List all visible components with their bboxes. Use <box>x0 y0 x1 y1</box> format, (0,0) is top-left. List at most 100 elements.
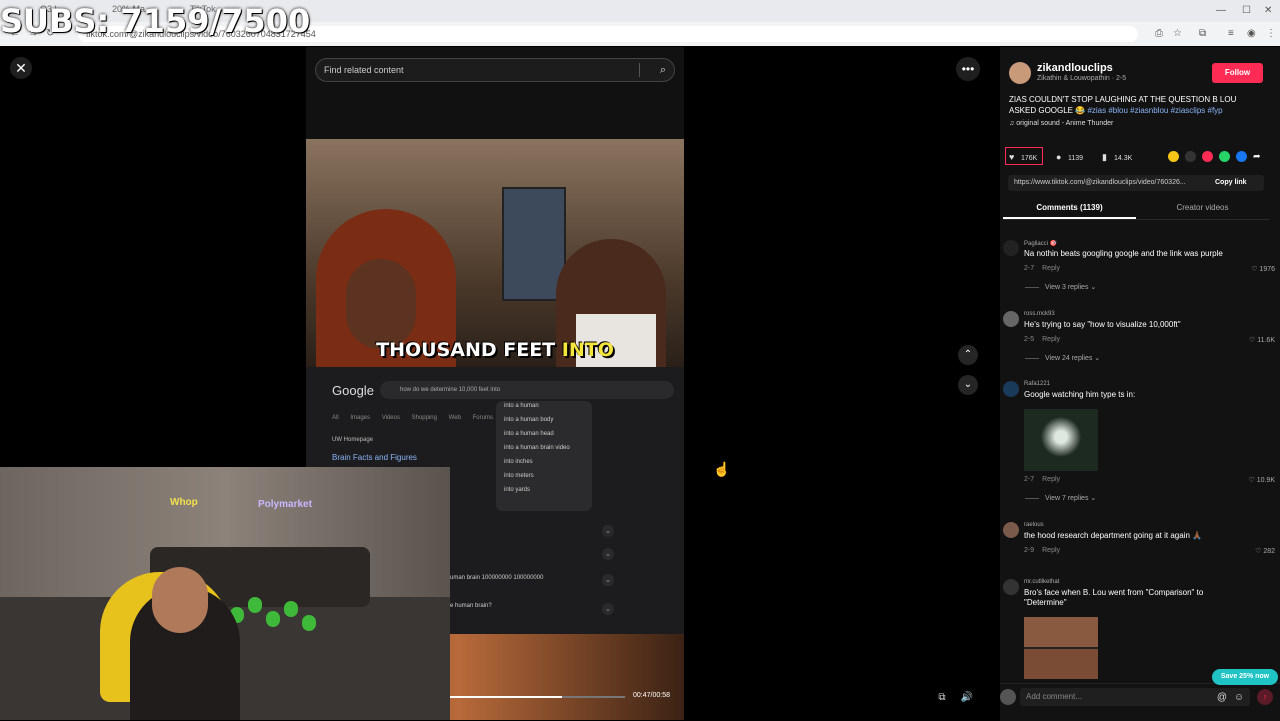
my-avatar <box>1000 689 1016 705</box>
creator-username[interactable]: zikandlouclips <box>1037 62 1113 74</box>
embed-icon[interactable] <box>1185 151 1196 162</box>
whatsapp-icon[interactable] <box>1219 151 1230 162</box>
comment-icon: ● <box>1056 152 1062 162</box>
hashtags[interactable]: #zias #blou #ziasnblou #ziasclips #fyp <box>1087 106 1222 115</box>
comment-text: Na nothin beats googling google and the … <box>1024 249 1223 258</box>
google-tab: Forums <box>472 415 493 421</box>
comment-username[interactable]: Rafa1221 <box>1024 381 1050 387</box>
like-stat[interactable]: ♥ 176K <box>1009 151 1037 163</box>
suggestion-item: into a human body <box>504 417 554 423</box>
maximize-icon[interactable]: ☐ <box>1242 5 1251 16</box>
picture-in-picture-icon: ⧉ <box>938 692 946 703</box>
mouse-cursor-icon: ☝ <box>713 461 731 477</box>
avatar[interactable] <box>1003 381 1019 397</box>
tab-comments[interactable]: Comments (1139) <box>1003 203 1136 212</box>
comment-image[interactable] <box>1024 409 1098 471</box>
reply-button[interactable]: Reply <box>1042 265 1060 272</box>
send-icon[interactable] <box>1202 151 1213 162</box>
next-video-button[interactable]: ⌄ <box>958 375 978 395</box>
install-icon[interactable]: ⎙ <box>1155 28 1163 39</box>
chevron-down-icon: ⌄ <box>602 603 614 615</box>
post-comment-button[interactable]: ↑ <box>1257 689 1273 705</box>
chevron-down-icon: ⌄ <box>963 379 973 390</box>
view-replies-button[interactable]: View 3 replies ⌄ <box>1025 283 1096 291</box>
google-result-site: UW Homepage <box>332 437 374 443</box>
suggestion-item: into meters <box>504 473 534 479</box>
follow-button[interactable]: Follow <box>1212 63 1263 83</box>
view-replies-button[interactable]: View 24 replies ⌄ <box>1025 354 1100 362</box>
profile-icon[interactable]: ◉ <box>1247 28 1256 39</box>
comment-username[interactable]: raelous <box>1024 522 1044 528</box>
comment-like[interactable]: ♡ 11.6K <box>1249 336 1275 344</box>
streamer-head <box>152 567 208 633</box>
comment-like[interactable]: ♡ 282 <box>1255 547 1275 555</box>
google-snippet: e human brain? <box>450 603 492 609</box>
emoji-icon[interactable]: ☺ <box>1230 689 1248 707</box>
minimize-icon[interactable]: — <box>1216 5 1226 16</box>
reply-button[interactable]: Reply <box>1042 336 1060 343</box>
avatar[interactable] <box>1003 579 1019 595</box>
comment-username[interactable]: Pagliacci 🎯 <box>1024 240 1057 247</box>
bookmark-star-icon[interactable]: ☆ <box>1173 28 1182 39</box>
volume-button[interactable]: 🔊 <box>958 689 976 707</box>
subs-counter-overlay: SUBS: 7159/7500 <box>0 2 311 40</box>
comment-text: Bro's face when B. Lou went from "Compar… <box>1024 588 1204 607</box>
chevron-down-icon: ⌄ <box>602 548 614 560</box>
copy-link-button[interactable]: Copy link <box>1215 175 1247 191</box>
google-tab: All <box>332 415 339 421</box>
comment-image[interactable] <box>1024 617 1098 679</box>
chevron-up-icon: ⌃ <box>963 349 973 360</box>
comment-username[interactable]: ross.mck93 <box>1024 311 1055 317</box>
save-stat[interactable]: ▮ 14.3K <box>1102 151 1132 163</box>
search-icon[interactable]: ⌕ <box>660 59 666 81</box>
suggestion-item: into a human <box>504 403 539 409</box>
comment-meta: 2-7 Reply <box>1024 476 1061 483</box>
video-progress-bar[interactable] <box>449 696 625 698</box>
comment-meta: 2-9 Reply <box>1024 547 1061 554</box>
video-time: 00:47/00:58 <box>633 692 670 699</box>
window-close-icon[interactable]: ✕ <box>1264 5 1272 16</box>
comment-like[interactable]: ♡ 1976 <box>1251 265 1275 273</box>
more-options-button[interactable]: ••• <box>956 57 980 81</box>
heart-icon: ♥ <box>1009 152 1015 162</box>
google-tab: Images <box>350 415 371 421</box>
save-count: 14.3K <box>1114 155 1133 162</box>
avatar[interactable] <box>1003 311 1019 327</box>
view-replies-button[interactable]: View 7 replies ⌄ <box>1025 494 1096 502</box>
neon-sign: Whop <box>170 497 198 508</box>
previous-video-button[interactable]: ⌃ <box>958 345 978 365</box>
reply-button[interactable]: Reply <box>1042 547 1060 554</box>
avatar[interactable] <box>1003 240 1019 256</box>
tab-creator-videos[interactable]: Creator videos <box>1136 203 1269 212</box>
menu-icon[interactable]: ⋮ <box>1266 28 1276 39</box>
related-search-input[interactable]: Find related content ⌕ <box>315 58 675 82</box>
media-icon[interactable]: ≡ <box>1228 28 1234 39</box>
extensions-icon[interactable]: ⧉ <box>1199 28 1206 39</box>
comment-username[interactable]: mr.cutlikethat <box>1024 579 1059 585</box>
google-tab: Web <box>448 415 461 421</box>
bookmark-icon: ▮ <box>1102 152 1107 162</box>
creator-nickname: Zikathin & Louwopathin · 2-5 <box>1037 75 1127 82</box>
chevron-down-icon: ⌄ <box>602 574 614 586</box>
related-search-placeholder: Find related content <box>324 65 404 75</box>
coin-icon[interactable] <box>1168 151 1179 162</box>
facebook-icon[interactable] <box>1236 151 1247 162</box>
close-player-button[interactable]: ✕ <box>10 57 32 79</box>
comment-text: He's trying to say "how to visualize 10,… <box>1024 320 1181 329</box>
comment-stat[interactable]: ● 1139 <box>1056 151 1083 163</box>
caption-text: THOUSAND FEET <box>376 339 562 361</box>
creator-avatar[interactable] <box>1009 62 1031 84</box>
comment-like[interactable]: ♡ 10.9K <box>1248 476 1275 484</box>
sound-link[interactable]: ♫ original sound - Anime Thunder <box>1009 120 1113 127</box>
reply-button[interactable]: Reply <box>1042 476 1060 483</box>
mention-icon[interactable]: @ <box>1213 689 1231 707</box>
close-icon: ✕ <box>15 60 27 76</box>
sound-name: original sound - Anime Thunder <box>1016 120 1114 127</box>
like-count: 176K <box>1021 155 1038 162</box>
share-arrow-icon[interactable]: ➦ <box>1253 151 1264 162</box>
google-suggestions: into a human into a human body into a hu… <box>496 401 592 511</box>
save-promo-badge[interactable]: Save 25% now <box>1212 669 1278 685</box>
comment-text: the hood research department going at it… <box>1024 531 1203 540</box>
avatar[interactable] <box>1003 522 1019 538</box>
pip-button[interactable]: ⧉ <box>933 689 951 707</box>
